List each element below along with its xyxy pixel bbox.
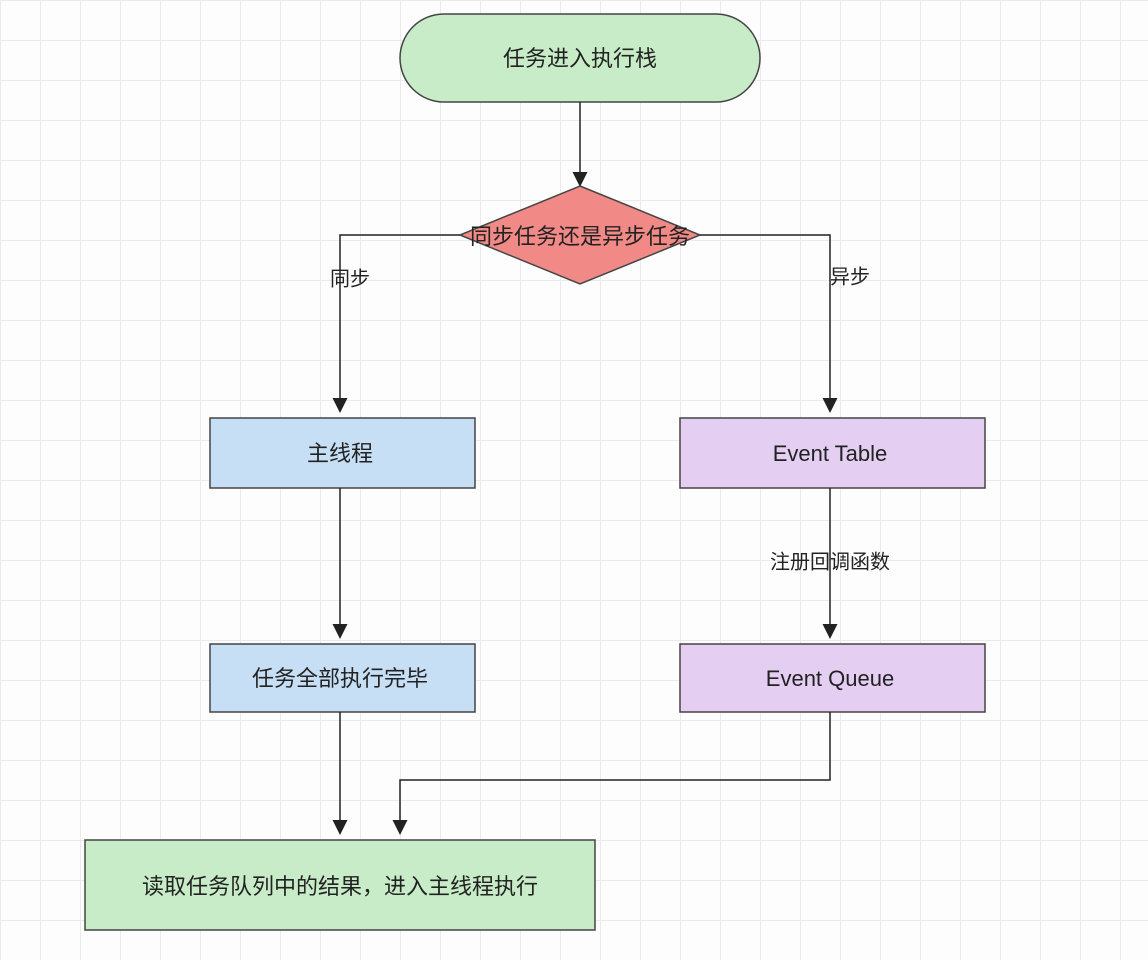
- eventtable-node-label: Event Table: [773, 441, 888, 466]
- edge-decision-to-mainthread: [340, 235, 460, 410]
- edge-eventqueue-to-readqueue: [400, 712, 830, 832]
- readqueue-node: 读取任务队列中的结果，进入主线程执行: [85, 840, 595, 930]
- flowchart-diagram: 任务进入执行栈 同步任务还是异步任务 同步 异步 主线程 Event Table…: [0, 0, 1148, 960]
- registercallback-edge-label: 注册回调函数: [770, 550, 890, 573]
- decision-node-label: 同步任务还是异步任务: [470, 224, 690, 249]
- eventqueue-node: Event Queue: [680, 644, 985, 712]
- eventtable-node: Event Table: [680, 418, 985, 488]
- tasksdone-node: 任务全部执行完毕: [210, 644, 475, 712]
- tasksdone-node-label: 任务全部执行完毕: [252, 666, 428, 691]
- start-node: 任务进入执行栈: [400, 14, 760, 102]
- mainthread-node: 主线程: [210, 418, 475, 488]
- async-edge-label: 异步: [830, 265, 870, 288]
- sync-edge-label: 同步: [330, 267, 370, 290]
- edge-decision-to-eventtable: [700, 235, 830, 410]
- mainthread-node-label: 主线程: [307, 441, 373, 466]
- eventqueue-node-label: Event Queue: [766, 666, 894, 691]
- readqueue-node-label: 读取任务队列中的结果，进入主线程执行: [142, 874, 538, 899]
- start-node-label: 任务进入执行栈: [503, 46, 657, 71]
- decision-node: 同步任务还是异步任务: [460, 186, 700, 284]
